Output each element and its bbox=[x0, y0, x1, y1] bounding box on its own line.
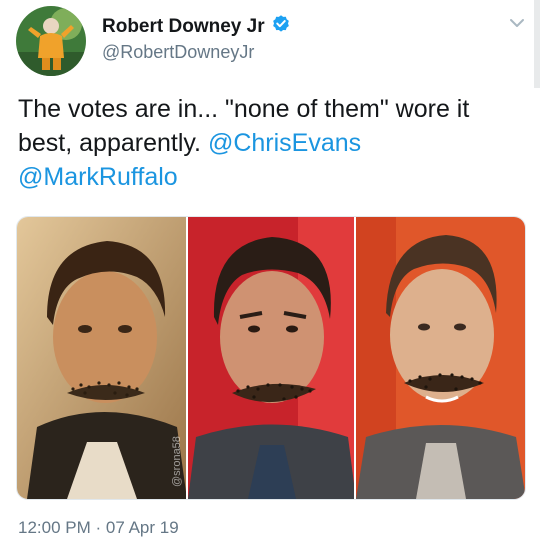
photo-1[interactable]: @srona58 bbox=[17, 217, 186, 499]
scrollbar[interactable] bbox=[534, 0, 540, 88]
author-name[interactable]: Robert Downey Jr bbox=[102, 16, 265, 38]
photo-watermark: @srona58 bbox=[171, 436, 183, 487]
author-handle[interactable]: @RobertDowneyJr bbox=[102, 42, 254, 63]
chevron-down-icon[interactable] bbox=[508, 14, 526, 32]
mention-link[interactable]: @ChrisEvans bbox=[208, 129, 361, 157]
tweet-timestamp[interactable]: 12:00 PM · 07 Apr 19 bbox=[18, 518, 179, 538]
photo-2[interactable] bbox=[185, 217, 355, 499]
tweet-media[interactable]: @srona58 bbox=[16, 216, 526, 500]
tweet-text: The votes are in... "none of them" wore … bbox=[18, 92, 518, 194]
mention-link[interactable]: @MarkRuffalo bbox=[18, 163, 178, 191]
verified-badge-icon bbox=[271, 14, 291, 39]
avatar[interactable] bbox=[16, 6, 86, 76]
photo-3[interactable] bbox=[354, 217, 525, 499]
tweet-card[interactable]: Robert Downey Jr @RobertDowneyJr The vot… bbox=[0, 0, 540, 550]
